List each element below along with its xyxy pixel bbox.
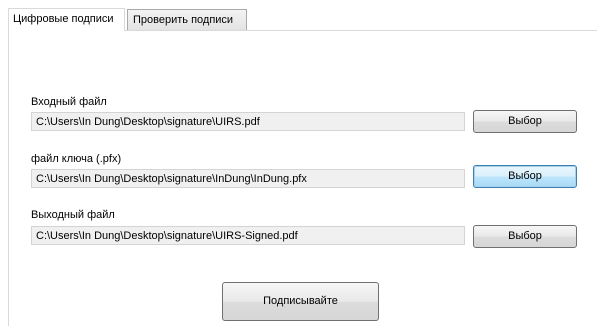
output-file-path-field[interactable]: C:\Users\In Dung\Desktop\signature\UIRS-… (31, 226, 465, 245)
input-file-label: Входный файл (31, 96, 107, 108)
key-file-path-field[interactable]: C:\Users\In Dung\Desktop\signature\InDun… (31, 169, 465, 188)
tab-page-border (8, 30, 9, 326)
tab-digital-signatures[interactable]: Цифровые подписи (8, 8, 125, 31)
input-file-browse-button[interactable]: Выбор (473, 110, 577, 133)
active-tab-underline-cover (9, 30, 124, 31)
tab-strip: Проверить подписи Цифровые подписи (0, 0, 597, 31)
output-file-browse-button[interactable]: Выбор (473, 225, 577, 248)
app-window: Проверить подписи Цифровые подписи Входн… (0, 0, 597, 326)
output-file-label: Выходный файл (31, 209, 115, 221)
tab-verify-signatures[interactable]: Проверить подписи (127, 9, 247, 30)
input-file-path-field[interactable]: C:\Users\In Dung\Desktop\signature\UIRS.… (31, 112, 465, 131)
sign-button[interactable]: Подписывайте (222, 282, 379, 321)
key-file-label: файл ключа (.pfx) (31, 153, 122, 165)
key-file-browse-button[interactable]: Выбор (473, 165, 577, 188)
